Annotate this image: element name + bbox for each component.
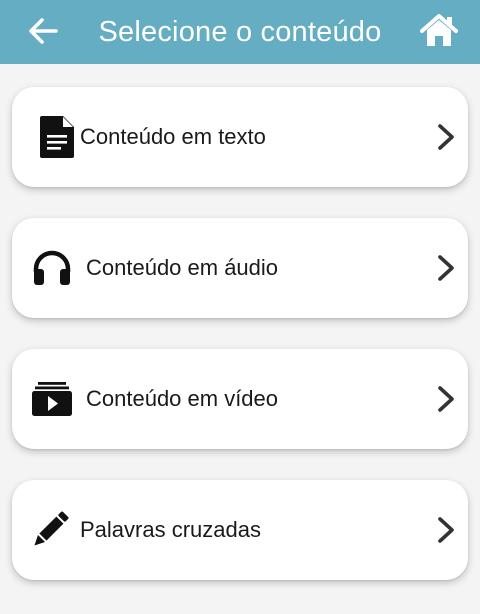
video-icon [30,377,74,421]
menu-item-label: Conteúdo em vídeo [86,386,279,411]
menu-item-video[interactable]: Conteúdo em vídeo [12,349,468,449]
chevron-right-icon [438,255,454,281]
menu-item-label: Palavras cruzadas [80,517,261,542]
page-title: Selecione o conteúdo [98,16,382,48]
home-icon [420,14,458,46]
menu-item-text[interactable]: Conteúdo em texto [12,87,468,187]
chevron-right-icon [438,124,454,150]
menu-item-label: Conteúdo em áudio [86,255,279,280]
menu-item-label: Conteúdo em texto [80,124,266,149]
chevron-right-icon [438,517,454,543]
home-button[interactable] [420,14,458,48]
document-icon [36,115,80,159]
chevron-right-icon [438,386,454,412]
pencil-icon [28,508,72,552]
menu-item-crossword[interactable]: Palavras cruzadas [12,480,468,580]
menu-item-audio[interactable]: Conteúdo em áudio [12,218,468,318]
app-header: Selecione o conteúdo [0,0,480,64]
headphones-icon [30,246,74,290]
